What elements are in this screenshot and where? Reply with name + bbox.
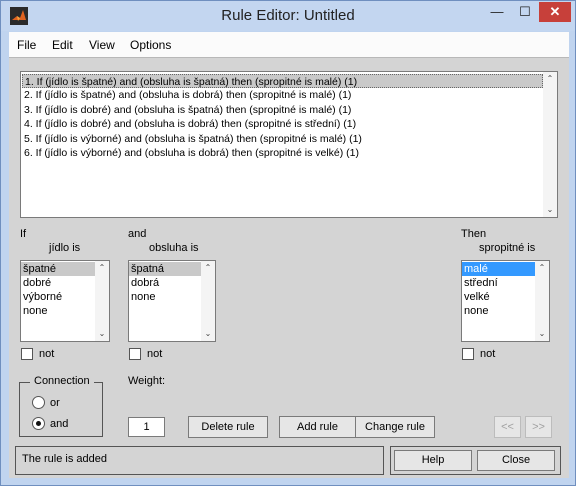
scroll-down-icon[interactable]: ⌄ — [543, 203, 557, 217]
input1-not-checkbox[interactable] — [21, 348, 33, 360]
scroll-up-icon[interactable]: ⌃ — [95, 261, 109, 275]
scroll-down-icon[interactable]: ⌄ — [201, 327, 215, 341]
list-item[interactable]: none — [21, 304, 95, 318]
bottom-button-panel: Help Close — [390, 446, 561, 475]
menu-options[interactable]: Options — [130, 38, 171, 52]
rule-item[interactable]: 5. If (jídlo is výborné) and (obsluha is… — [22, 132, 543, 146]
weight-input[interactable]: 1 — [128, 417, 165, 437]
menu-edit[interactable]: Edit — [52, 38, 73, 52]
or-radio[interactable] — [32, 396, 45, 409]
rule-item[interactable]: 2. If (jídlo is špatné) and (obsluha is … — [22, 88, 543, 102]
and-radio-label: and — [50, 418, 69, 430]
close-button[interactable]: Close — [477, 450, 555, 471]
and-label: and — [128, 228, 147, 240]
rule-item[interactable]: 3. If (jídlo is dobré) and (obsluha is š… — [22, 103, 543, 117]
list-scrollbar[interactable]: ⌃ ⌄ — [535, 261, 549, 341]
connection-group: Connection or and — [19, 375, 103, 437]
close-window-button[interactable]: ✕ — [539, 2, 571, 22]
list-item[interactable]: dobré — [21, 276, 95, 290]
list-item[interactable]: dobrá — [129, 276, 201, 290]
input1-variable-label: jídlo is — [49, 242, 81, 254]
if-label: If — [20, 228, 27, 240]
list-item[interactable]: malé — [462, 262, 535, 276]
weight-label: Weight: — [128, 375, 166, 387]
input1-membership-list[interactable]: špatné dobré výborné none ⌃ ⌄ — [20, 260, 110, 342]
list-item[interactable]: výborné — [21, 290, 95, 304]
scroll-up-icon[interactable]: ⌃ — [535, 261, 549, 275]
scroll-down-icon[interactable]: ⌄ — [95, 327, 109, 341]
maximize-button[interactable]: ☐ — [512, 2, 538, 22]
status-bar: The rule is added — [15, 446, 384, 475]
input2-variable-label: obsluha is — [149, 242, 199, 254]
list-item[interactable]: velké — [462, 290, 535, 304]
rule-item[interactable]: 6. If (jídlo is výborné) and (obsluha is… — [22, 146, 543, 160]
list-scrollbar[interactable]: ⌃ ⌄ — [201, 261, 215, 341]
input2-membership-list[interactable]: špatná dobrá none ⌃ ⌄ — [128, 260, 216, 342]
menu-bar: File Edit View Options — [9, 32, 569, 57]
editor-panel: 1. If (jídlo is špatné) and (obsluha is … — [9, 57, 569, 478]
not-label: not — [39, 348, 55, 360]
list-scrollbar[interactable]: ⌃ ⌄ — [95, 261, 109, 341]
output-membership-list[interactable]: malé střední velké none ⌃ ⌄ — [461, 260, 550, 342]
menu-file[interactable]: File — [17, 38, 36, 52]
output-not-checkbox[interactable] — [462, 348, 474, 360]
minimize-button[interactable]: — — [483, 2, 511, 22]
scroll-up-icon[interactable]: ⌃ — [543, 72, 557, 86]
and-radio[interactable] — [32, 417, 45, 430]
scroll-up-icon[interactable]: ⌃ — [201, 261, 215, 275]
rule-item[interactable]: 1. If (jídlo is špatné) and (obsluha is … — [22, 74, 543, 89]
previous-button[interactable]: << — [494, 416, 521, 438]
scroll-down-icon[interactable]: ⌄ — [535, 327, 549, 341]
list-item[interactable]: špatná — [129, 262, 201, 276]
status-text: The rule is added — [22, 453, 107, 465]
menu-view[interactable]: View — [89, 38, 115, 52]
help-button[interactable]: Help — [394, 450, 472, 471]
list-item[interactable]: none — [462, 304, 535, 318]
connection-title: Connection — [30, 375, 94, 387]
title-bar: Rule Editor: Untitled — ☐ ✕ — [1, 1, 575, 31]
or-label: or — [50, 397, 60, 409]
list-item[interactable]: střední — [462, 276, 535, 290]
radio-selected-dot — [36, 421, 41, 426]
rule-list-scrollbar[interactable]: ⌃ ⌄ — [543, 72, 557, 217]
rule-editor-window: Rule Editor: Untitled — ☐ ✕ File Edit Vi… — [0, 0, 576, 486]
add-rule-button[interactable]: Add rule — [279, 416, 356, 438]
list-item[interactable]: none — [129, 290, 201, 304]
rule-item[interactable]: 4. If (jídlo is dobré) and (obsluha is d… — [22, 117, 543, 131]
input2-not-checkbox[interactable] — [129, 348, 141, 360]
output-variable-label: spropitné is — [479, 242, 536, 254]
list-item[interactable]: špatné — [21, 262, 95, 276]
change-rule-button[interactable]: Change rule — [355, 416, 435, 438]
rule-list[interactable]: 1. If (jídlo is špatné) and (obsluha is … — [20, 71, 558, 218]
not-label: not — [147, 348, 163, 360]
next-button[interactable]: >> — [525, 416, 552, 438]
not-label: not — [480, 348, 496, 360]
delete-rule-button[interactable]: Delete rule — [188, 416, 268, 438]
then-label: Then — [461, 228, 487, 240]
